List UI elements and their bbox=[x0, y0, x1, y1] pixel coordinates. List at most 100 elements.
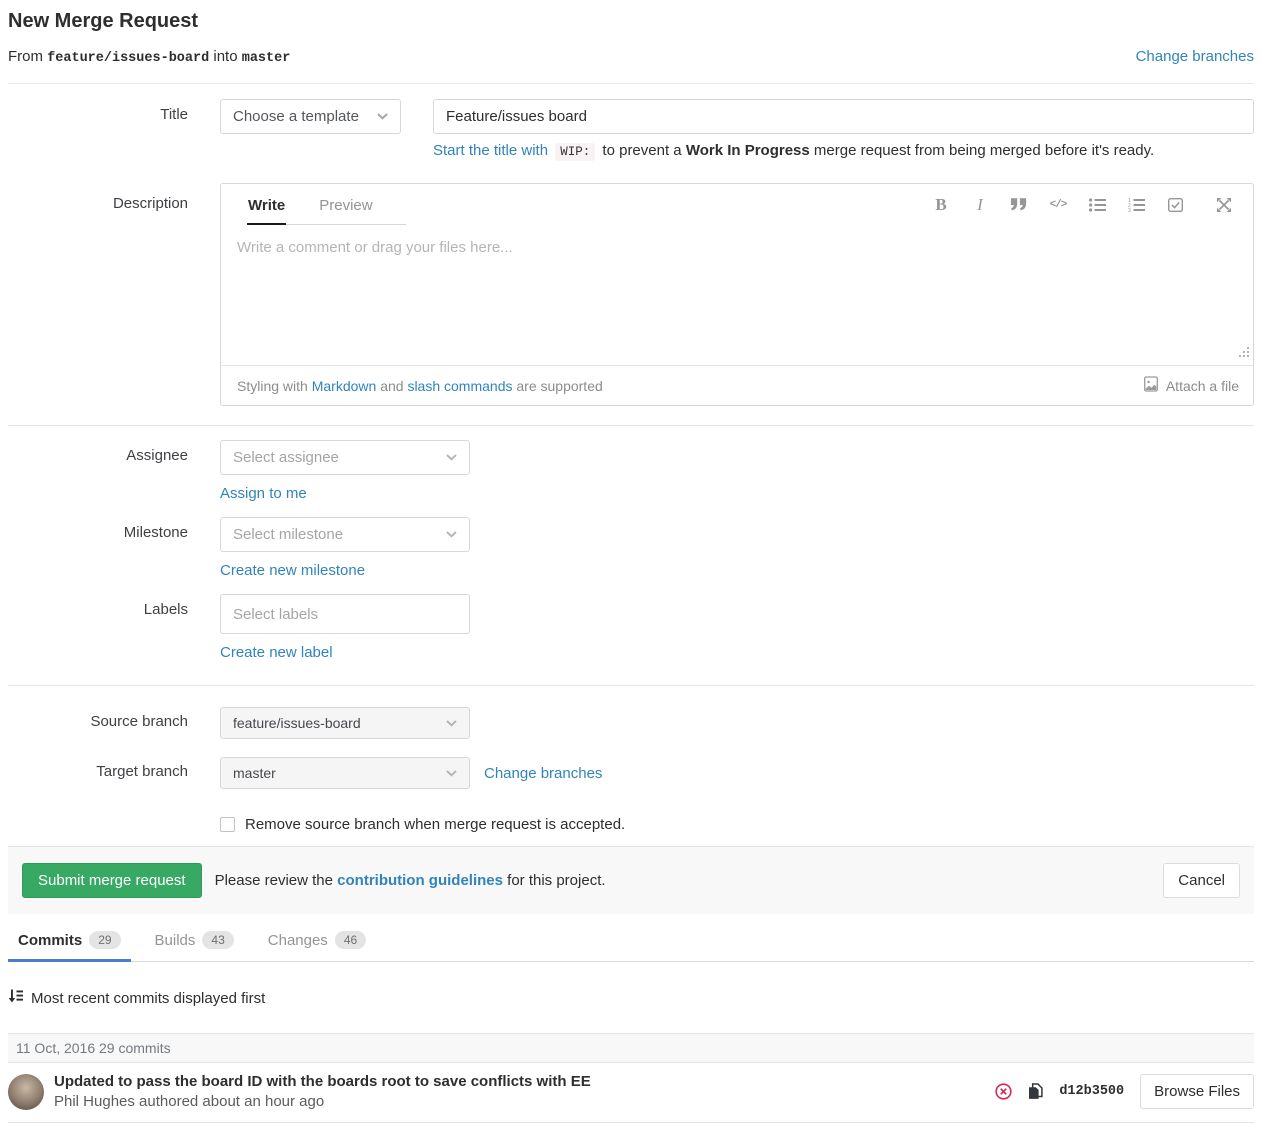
source-branch-name: feature/issues-board bbox=[47, 51, 209, 66]
source-branch-row: Source branch feature/issues-board bbox=[8, 707, 1254, 739]
change-branches-link[interactable]: Change branches bbox=[1136, 48, 1254, 65]
builds-count-badge: 43 bbox=[202, 931, 233, 949]
chevron-down-icon bbox=[446, 531, 457, 538]
copy-sha-icon[interactable] bbox=[1028, 1083, 1043, 1100]
source-branch-label: Source branch bbox=[8, 707, 188, 730]
assignee-dropdown-value: Select assignee bbox=[233, 449, 339, 466]
attach-file-button[interactable]: Attach a file bbox=[1143, 376, 1239, 395]
sort-note-text: Most recent commits displayed first bbox=[31, 990, 265, 1007]
assign-to-me-link[interactable]: Assign to me bbox=[220, 485, 307, 502]
markdown-support-note: Styling with Markdown and slash commands… bbox=[237, 378, 603, 394]
title-row: Title Choose a template bbox=[8, 99, 1254, 134]
attach-file-label: Attach a file bbox=[1166, 378, 1239, 394]
wip-code: WIP: bbox=[555, 143, 595, 161]
wip-hint: Start the title with WIP: to prevent a W… bbox=[433, 142, 1254, 159]
target-branch-name: master bbox=[242, 51, 291, 66]
markdown-header: Write Preview B I </> bbox=[221, 184, 1253, 225]
from-label: From bbox=[8, 48, 43, 65]
divider bbox=[8, 425, 1254, 426]
commit-title-link[interactable]: Updated to pass the board ID with the bo… bbox=[54, 1073, 591, 1090]
markdown-editor: Write Preview B I </> bbox=[220, 183, 1254, 406]
task-list-icon[interactable] bbox=[1160, 192, 1190, 218]
tab-preview[interactable]: Preview bbox=[318, 184, 373, 224]
into-label: into bbox=[213, 48, 237, 65]
ci-failed-icon[interactable] bbox=[995, 1083, 1012, 1100]
branch-summary-text: From feature/issues-board into master bbox=[8, 48, 290, 66]
page-title: New Merge Request bbox=[8, 10, 1254, 33]
source-branch-dropdown[interactable]: feature/issues-board bbox=[220, 707, 470, 739]
supported-text: are supported bbox=[516, 378, 602, 394]
milestone-row: Milestone Select milestone Create new mi… bbox=[8, 517, 1254, 579]
description-placeholder: Write a comment or drag your files here.… bbox=[237, 239, 513, 256]
italic-icon[interactable]: I bbox=[965, 192, 995, 218]
and-text: and bbox=[380, 378, 403, 394]
target-branch-dropdown[interactable]: master bbox=[220, 757, 470, 789]
description-textarea[interactable]: Write a comment or drag your files here.… bbox=[221, 225, 1253, 365]
branch-summary: From feature/issues-board into master Ch… bbox=[8, 48, 1254, 66]
remove-source-checkbox[interactable] bbox=[220, 817, 235, 832]
labels-row: Labels Select labels Create new label bbox=[8, 594, 1254, 661]
labels-label: Labels bbox=[8, 594, 188, 618]
wip-hint-bold: Work In Progress bbox=[686, 142, 810, 159]
target-branch-dropdown-value: master bbox=[233, 765, 276, 781]
commit-actions: d12b3500 Browse Files bbox=[995, 1074, 1254, 1109]
chevron-down-icon bbox=[446, 720, 457, 727]
list-numbered-icon[interactable]: 123 bbox=[1121, 192, 1151, 218]
wip-hint-link[interactable]: Start the title with bbox=[433, 142, 548, 159]
labels-input-placeholder: Select labels bbox=[233, 606, 318, 623]
browse-files-button[interactable]: Browse Files bbox=[1140, 1074, 1254, 1109]
commit-meta: Phil Hughes authored about an hour ago bbox=[54, 1093, 591, 1110]
bold-icon[interactable]: B bbox=[926, 192, 956, 218]
create-milestone-link[interactable]: Create new milestone bbox=[220, 562, 365, 579]
milestone-label: Milestone bbox=[8, 517, 188, 541]
markdown-link[interactable]: Markdown bbox=[312, 378, 377, 394]
markdown-footer: Styling with Markdown and slash commands… bbox=[221, 365, 1253, 405]
fullscreen-icon[interactable] bbox=[1209, 192, 1239, 218]
cancel-button[interactable]: Cancel bbox=[1163, 863, 1240, 898]
review-note-post: for this project. bbox=[507, 872, 605, 889]
remove-source-row: Remove source branch when merge request … bbox=[8, 816, 1254, 833]
sort-descending-icon bbox=[8, 989, 23, 1007]
slash-commands-link[interactable]: slash commands bbox=[407, 378, 512, 394]
attach-file-icon bbox=[1143, 376, 1159, 395]
description-row: Description Write Preview B I </> bbox=[8, 183, 1254, 406]
commit-row: Updated to pass the board ID with the bo… bbox=[8, 1063, 1254, 1123]
code-icon[interactable]: </> bbox=[1043, 192, 1073, 218]
commit-sha[interactable]: d12b3500 bbox=[1059, 1084, 1124, 1099]
commit-info: Updated to pass the board ID with the bo… bbox=[54, 1073, 591, 1110]
tab-write[interactable]: Write bbox=[247, 184, 286, 224]
target-branch-label: Target branch bbox=[8, 757, 188, 780]
labels-input[interactable]: Select labels bbox=[220, 594, 470, 634]
merge-request-tabs: Commits 29 Builds 43 Changes 46 bbox=[8, 920, 1254, 962]
tab-changes[interactable]: Changes 46 bbox=[258, 920, 376, 961]
quote-icon[interactable] bbox=[1004, 192, 1034, 218]
divider bbox=[8, 685, 1254, 686]
remove-source-label: Remove source branch when merge request … bbox=[245, 816, 625, 833]
tab-builds[interactable]: Builds 43 bbox=[145, 920, 244, 961]
title-label: Title bbox=[8, 99, 188, 123]
chevron-down-icon bbox=[446, 770, 457, 777]
resize-grip-icon[interactable] bbox=[1238, 345, 1250, 362]
styling-with-text: Styling with bbox=[237, 378, 308, 394]
assignee-label: Assignee bbox=[8, 440, 188, 464]
create-label-link[interactable]: Create new label bbox=[220, 644, 333, 661]
avatar[interactable] bbox=[8, 1074, 44, 1110]
template-dropdown-value: Choose a template bbox=[233, 108, 359, 125]
assignee-row: Assignee Select assignee Assign to me bbox=[8, 440, 1254, 502]
contribution-guidelines-link[interactable]: contribution guidelines bbox=[337, 872, 503, 889]
title-input[interactable] bbox=[433, 99, 1254, 134]
svg-text:3: 3 bbox=[1128, 208, 1131, 212]
markdown-tabs: Write Preview bbox=[247, 184, 406, 225]
change-branches-inline-link[interactable]: Change branches bbox=[484, 765, 602, 782]
list-bulleted-icon[interactable] bbox=[1082, 192, 1112, 218]
submit-merge-request-button[interactable]: Submit merge request bbox=[22, 863, 202, 898]
divider bbox=[8, 83, 1254, 84]
wip-hint-rest: merge request from being merged before i… bbox=[814, 142, 1154, 159]
template-dropdown[interactable]: Choose a template bbox=[220, 99, 401, 134]
assignee-dropdown[interactable]: Select assignee bbox=[220, 440, 470, 475]
mr-header: New Merge Request From feature/issues-bo… bbox=[8, 0, 1254, 84]
markdown-toolbar: B I </> 123 bbox=[926, 192, 1239, 218]
milestone-dropdown[interactable]: Select milestone bbox=[220, 517, 470, 552]
description-label: Description bbox=[8, 183, 188, 212]
tab-commits[interactable]: Commits 29 bbox=[8, 920, 131, 961]
